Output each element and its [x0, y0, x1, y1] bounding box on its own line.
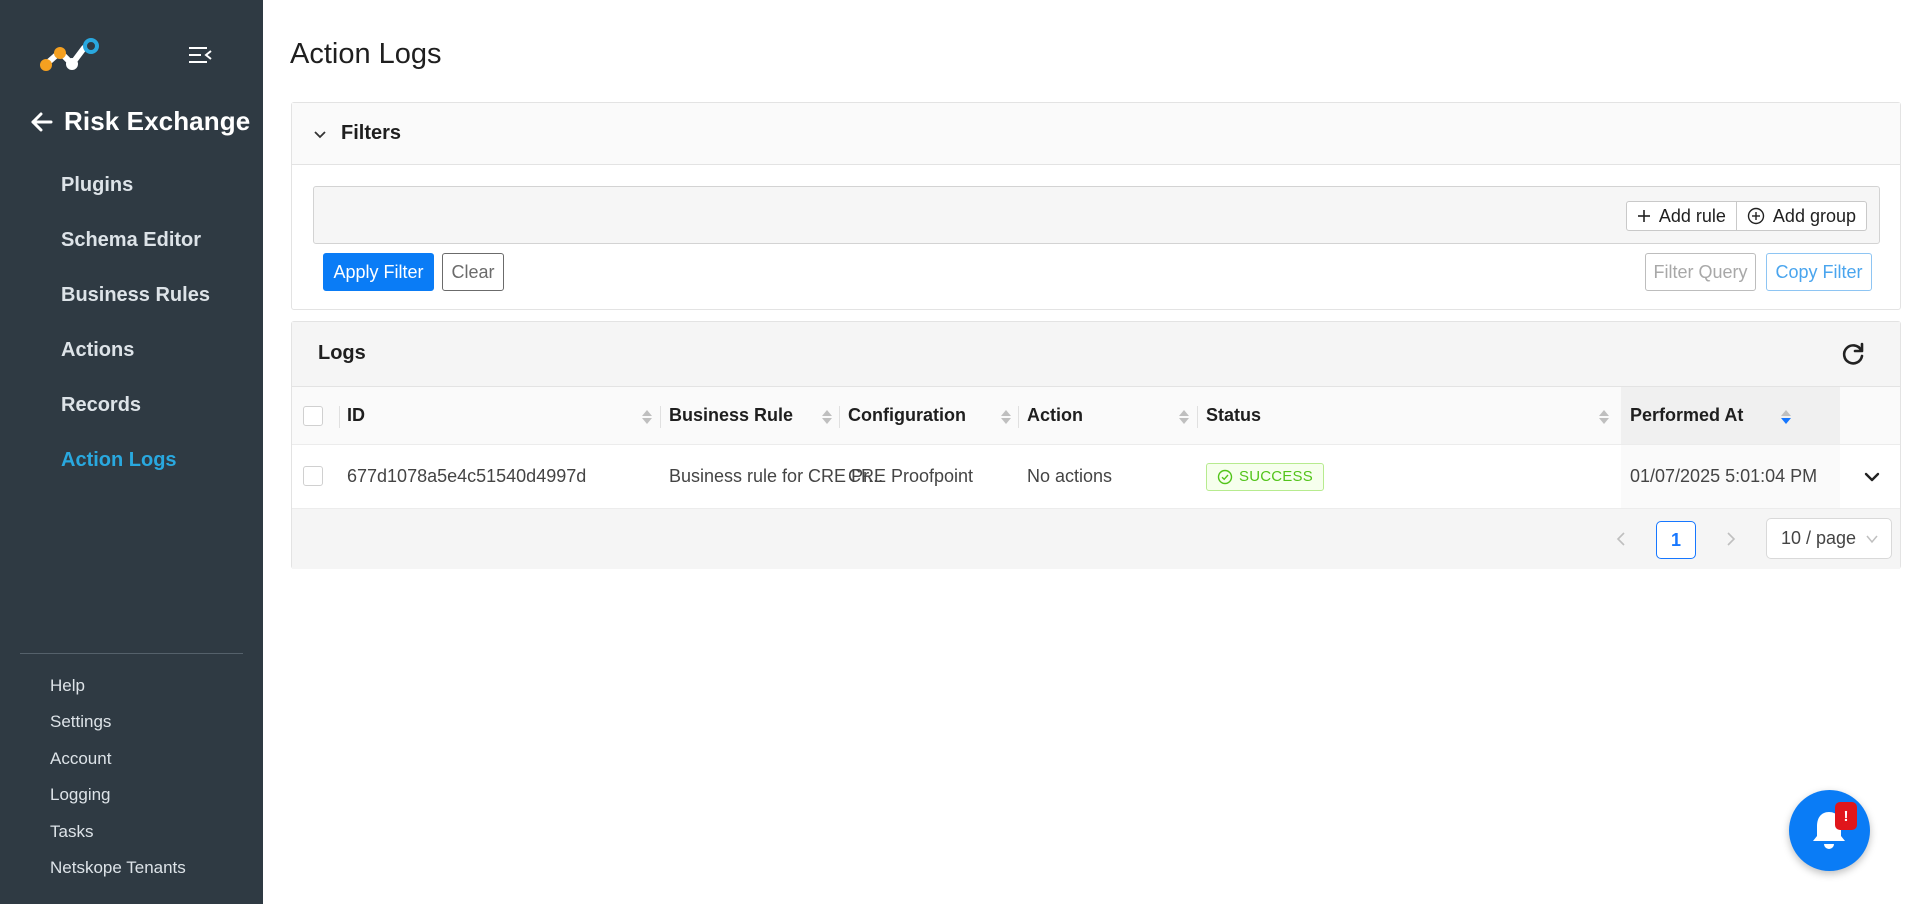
sidebar-item-action-logs[interactable]: Action Logs: [61, 441, 210, 496]
column-separator: [1197, 406, 1198, 428]
logs-panel: Logs ID Business Rule Configuration Acti…: [291, 321, 1901, 569]
clear-button[interactable]: Clear: [442, 253, 504, 291]
netskope-logo: [40, 38, 99, 71]
cell-configuration: CRE Proofpoint: [848, 466, 974, 486]
query-builder: Add rule Add group: [313, 186, 1880, 244]
sort-icon[interactable]: [1598, 407, 1610, 427]
add-group-button[interactable]: Add group: [1736, 201, 1867, 231]
sidebar-nav: Plugins Schema Editor Business Rules Act…: [61, 166, 210, 496]
sidebar-item-settings[interactable]: Settings: [50, 709, 186, 745]
sidebar-item-schema-editor[interactable]: Schema Editor: [61, 221, 210, 276]
sort-descending-icon[interactable]: [1780, 407, 1792, 427]
chevron-left-icon[interactable]: [1614, 531, 1628, 547]
filter-query-button[interactable]: Filter Query: [1645, 253, 1756, 291]
page-size-select[interactable]: 10 / page: [1766, 518, 1892, 559]
sidebar-item-business-rules[interactable]: Business Rules: [61, 276, 210, 331]
sort-icon[interactable]: [1000, 407, 1012, 427]
column-header-business-rule[interactable]: Business Rule: [669, 387, 793, 444]
module-title: Risk Exchange: [64, 106, 251, 136]
column-header-action[interactable]: Action: [1027, 387, 1083, 444]
logs-header: Logs: [292, 322, 1900, 387]
column-header-id[interactable]: ID: [347, 387, 365, 444]
add-rule-label: Add rule: [1658, 205, 1726, 226]
status-text: SUCCESS: [1239, 468, 1313, 485]
expand-row-chevron-icon[interactable]: [1862, 467, 1882, 487]
chevron-right-icon[interactable]: [1724, 531, 1738, 547]
row-checkbox[interactable]: [303, 466, 323, 486]
page-size-value: 10 / page: [1781, 528, 1857, 548]
apply-filter-button[interactable]: Apply Filter: [323, 253, 434, 291]
cell-status: SUCCESS: [1206, 445, 1324, 508]
refresh-icon[interactable]: [1840, 342, 1866, 368]
table-row[interactable]: 677d1078a5e4c51540d4997d Business rule f…: [292, 445, 1900, 509]
plus-icon: [1637, 210, 1650, 222]
column-header-status[interactable]: Status: [1206, 387, 1261, 444]
sidebar-item-netskope-tenants[interactable]: Netskope Tenants: [50, 855, 186, 891]
add-rule-button[interactable]: Add rule: [1625, 201, 1737, 231]
sort-icon[interactable]: [641, 407, 653, 427]
select-all-checkbox[interactable]: [303, 406, 323, 426]
sidebar-item-actions[interactable]: Actions: [61, 331, 210, 386]
sidebar-item-plugins[interactable]: Plugins: [61, 166, 210, 221]
sort-icon[interactable]: [821, 407, 833, 427]
sidebar-bottom-nav: Help Settings Account Logging Tasks Nets…: [50, 673, 186, 891]
arrow-left-icon: [31, 112, 53, 131]
sidebar-item-logging[interactable]: Logging: [50, 782, 186, 818]
column-separator: [839, 406, 840, 428]
sidebar: Risk Exchange Plugins Schema Editor Busi…: [0, 0, 263, 904]
table-header: ID Business Rule Configuration Action St…: [292, 387, 1900, 445]
pagination: 1 10 / page: [292, 509, 1900, 569]
notifications-button[interactable]: !: [1789, 790, 1870, 871]
copy-filter-button[interactable]: Copy Filter: [1766, 253, 1872, 291]
column-separator: [1018, 406, 1019, 428]
cell-id: 677d1078a5e4c51540d4997d: [347, 466, 587, 486]
module-back-link[interactable]: Risk Exchange: [30, 106, 250, 137]
sidebar-item-help[interactable]: Help: [50, 673, 186, 709]
column-separator: [660, 406, 661, 428]
cell-action: No actions: [1027, 466, 1113, 486]
sidebar-divider: [20, 653, 243, 654]
page-title: Action Logs: [290, 38, 442, 70]
sidebar-item-records[interactable]: Records: [61, 386, 210, 441]
collapse-menu-icon[interactable]: [187, 44, 213, 66]
column-separator: [339, 406, 340, 428]
query-builder-actions: Add rule Add group: [1625, 201, 1867, 231]
sidebar-item-account[interactable]: Account: [50, 746, 186, 782]
column-header-performed-at[interactable]: Performed At: [1630, 387, 1743, 444]
chevron-down-icon[interactable]: [312, 126, 328, 142]
filters-title: Filters: [341, 122, 402, 144]
status-badge: SUCCESS: [1206, 462, 1324, 491]
cell-performed-at: 01/07/2025 5:01:04 PM: [1630, 466, 1818, 486]
chevron-down-icon: [1866, 535, 1878, 544]
logs-title: Logs: [318, 342, 366, 364]
column-header-configuration[interactable]: Configuration: [848, 387, 966, 444]
filters-panel: Filters Add rule Add group Apply Filter: [291, 102, 1901, 310]
sidebar-item-tasks[interactable]: Tasks: [50, 819, 186, 855]
sort-icon[interactable]: [1178, 407, 1190, 427]
check-circle-icon: [1217, 469, 1233, 484]
filters-header[interactable]: Filters: [292, 103, 1900, 165]
page-number-button[interactable]: 1: [1656, 521, 1696, 559]
plus-circle-icon: [1747, 207, 1765, 225]
notification-alert-badge: !: [1835, 802, 1857, 830]
add-group-label: Add group: [1772, 205, 1856, 226]
